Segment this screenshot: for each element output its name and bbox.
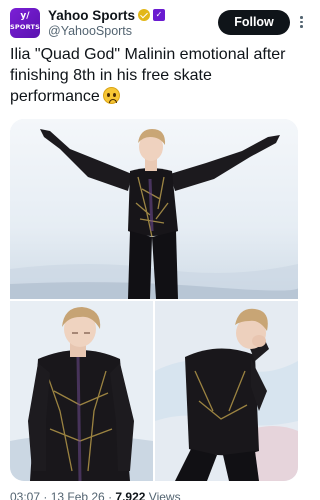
account-handle[interactable]: @YahooSports <box>48 24 132 38</box>
views-count: 7,922 <box>115 490 146 500</box>
pleading-face-emoji <box>102 87 120 104</box>
display-name[interactable]: Yahoo Sports <box>48 8 135 23</box>
avatar-mark: y/ <box>20 11 30 21</box>
skater-arms-raised-photo[interactable] <box>10 119 298 299</box>
follow-button[interactable]: Follow <box>218 10 290 35</box>
tweet-text: Ilia "Quad God" Malinin emotional after … <box>10 44 295 107</box>
verified-badge-icon <box>138 9 151 21</box>
avatar[interactable]: y/ SPORTS <box>10 8 40 38</box>
affiliate-badge-icon: ✓ <box>153 9 166 21</box>
avatar-text: SPORTS <box>10 23 40 31</box>
skater-looking-down-photo[interactable] <box>10 301 153 481</box>
name-row: Yahoo Sports ✓ <box>48 7 166 23</box>
skater-hand-over-face-photo[interactable] <box>155 301 298 481</box>
views-label: Views <box>148 490 181 500</box>
tweet-footer: 03:07 · 13 Feb 26 · 7,922 Views <box>10 490 181 500</box>
tweet-text-body: Ilia "Quad God" Malinin emotional after … <box>10 46 286 105</box>
more-options-icon[interactable] <box>300 16 304 30</box>
tweet-timestamp[interactable]: 03:07 · 13 Feb 26 · <box>10 490 112 500</box>
tweet-header: y/ SPORTS Yahoo Sports ✓ @YahooSports Fo… <box>10 6 303 40</box>
media-grid <box>10 119 298 481</box>
